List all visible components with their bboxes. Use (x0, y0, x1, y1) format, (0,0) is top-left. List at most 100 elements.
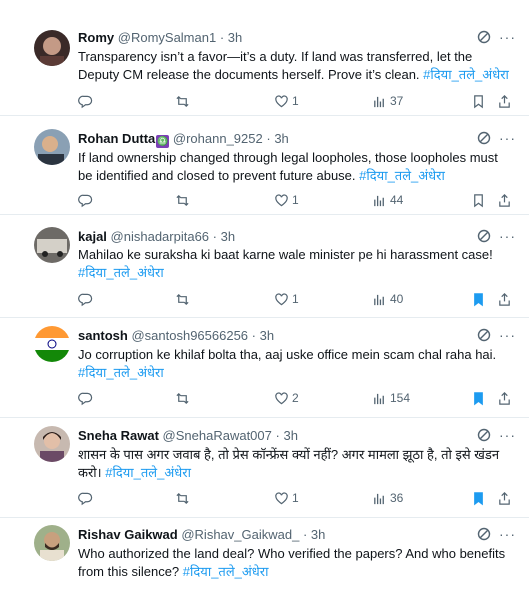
reply-icon (78, 492, 93, 505)
author-name[interactable]: Rishav Gaikwad (78, 527, 178, 542)
bookmark-button[interactable] (471, 389, 486, 407)
avatar[interactable] (34, 525, 70, 561)
like-icon (275, 391, 288, 404)
bookmark-button[interactable] (471, 191, 486, 209)
hashtag-link[interactable]: #दिया_तले_अंधेरा (78, 365, 164, 380)
repost-icon (176, 194, 189, 206)
tweet[interactable]: kajal @nishadarpita66 · 3h ··· Mahilao k… (0, 215, 529, 318)
more-icon[interactable]: ··· (499, 131, 515, 147)
share-button[interactable] (497, 489, 512, 507)
more-icon[interactable]: ··· (499, 328, 515, 344)
bookmark-button[interactable] (471, 92, 486, 110)
avatar[interactable] (34, 227, 70, 263)
reply-button[interactable] (78, 92, 96, 110)
share-icon (499, 94, 510, 108)
hashtag-link[interactable]: #दिया_तले_अंधेरा (105, 465, 191, 480)
repost-icon (176, 492, 189, 504)
tweet[interactable]: Sneha Rawat @SnehaRawat007 · 3h ··· शासन… (0, 418, 529, 518)
repost-button[interactable] (175, 389, 193, 407)
author-name[interactable]: santosh (78, 328, 128, 343)
separator-dot: · (251, 328, 257, 343)
grok-icon[interactable] (477, 527, 491, 541)
views-button[interactable]: 36 (372, 489, 403, 507)
reply-icon (78, 95, 93, 108)
reply-button[interactable] (78, 389, 96, 407)
grok-icon[interactable] (477, 328, 491, 342)
bookmark-icon (474, 193, 483, 207)
share-button[interactable] (497, 290, 512, 308)
views-button[interactable]: 37 (372, 92, 403, 110)
author-name[interactable]: Rohan Dutta (78, 131, 155, 146)
timestamp[interactable]: 3h (283, 428, 297, 443)
author-name[interactable]: Romy (78, 30, 114, 45)
bookmark-button[interactable] (471, 290, 486, 308)
more-icon[interactable]: ··· (499, 428, 515, 444)
author-name[interactable]: kajal (78, 229, 107, 244)
timestamp[interactable]: 3h (311, 527, 325, 542)
author-handle[interactable]: @SnehaRawat007 (163, 428, 272, 443)
grok-icon[interactable] (477, 30, 491, 44)
views-count: 40 (390, 292, 404, 306)
repost-button[interactable] (175, 489, 193, 507)
timestamp[interactable]: 3h (260, 328, 274, 343)
grok-icon[interactable] (477, 229, 491, 243)
like-button[interactable]: 1 (274, 191, 299, 209)
repost-button[interactable] (175, 290, 193, 308)
tweet[interactable]: Romy @RomySalman1 · 3h ··· Transparency … (0, 0, 529, 116)
author-handle[interactable]: @rohann_9252 (173, 131, 263, 146)
hashtag-link[interactable]: #दिया_तले_अंधेरा (183, 564, 269, 579)
timestamp[interactable]: 3h (221, 229, 235, 244)
tweet[interactable]: Rishav Gaikwad @Rishav_Gaikwad_ · 3h ···… (0, 518, 529, 596)
views-count: 154 (390, 391, 411, 405)
like-button[interactable]: 1 (274, 92, 299, 110)
timestamp[interactable]: 3h (228, 30, 242, 45)
bookmark-button[interactable] (471, 489, 486, 507)
repost-icon (176, 293, 189, 305)
more-icon[interactable]: ··· (499, 30, 515, 46)
views-button[interactable]: 44 (372, 191, 403, 209)
author-name[interactable]: Sneha Rawat (78, 428, 159, 443)
author-handle[interactable]: @RomySalman1 (118, 30, 216, 45)
like-button[interactable]: 2 (274, 389, 299, 407)
views-button[interactable]: 40 (372, 290, 403, 308)
grok-icon[interactable] (477, 428, 491, 442)
avatar[interactable] (34, 326, 70, 362)
timestamp[interactable]: 3h (274, 131, 288, 146)
more-icon[interactable]: ··· (499, 229, 515, 245)
reply-button[interactable] (78, 489, 96, 507)
hashtag-link[interactable]: #दिया_तले_अंधेरा (423, 67, 509, 82)
separator-dot: · (219, 30, 225, 45)
more-icon[interactable]: ··· (499, 527, 515, 543)
author-handle[interactable]: @nishadarpita66 (111, 229, 209, 244)
like-button[interactable]: 1 (274, 290, 299, 308)
hashtag-link[interactable]: #दिया_तले_अंधेरा (78, 265, 164, 280)
like-icon (275, 94, 288, 107)
like-icon (275, 491, 288, 504)
reply-button[interactable] (78, 191, 96, 209)
hashtag-link[interactable]: #दिया_तले_अंधेरा (359, 168, 445, 183)
tweet-text: Jo corruption ke khilaf bolta tha, aaj u… (78, 347, 497, 362)
views-icon (374, 393, 384, 404)
tweet[interactable]: santosh @santosh96566256 · 3h ··· Jo cor… (0, 318, 529, 418)
repost-button[interactable] (175, 92, 193, 110)
share-icon (499, 491, 510, 505)
bookmark-icon (474, 292, 483, 306)
zodiac-badge: ♎ (156, 135, 170, 148)
avatar[interactable] (34, 30, 70, 66)
share-button[interactable] (497, 92, 512, 110)
tweet[interactable]: Rohan Dutta ♎ @rohann_9252 · 3h ··· If la… (0, 116, 529, 215)
repost-button[interactable] (175, 191, 193, 209)
views-button[interactable]: 154 (372, 389, 410, 407)
views-count: 37 (390, 94, 404, 108)
share-button[interactable] (497, 389, 512, 407)
author-handle[interactable]: @santosh96566256 (131, 328, 248, 343)
grok-icon[interactable] (477, 131, 491, 145)
like-button[interactable]: 1 (274, 489, 299, 507)
bookmark-icon (474, 94, 483, 108)
share-button[interactable] (497, 191, 512, 209)
avatar[interactable] (34, 129, 70, 165)
avatar[interactable] (34, 426, 70, 462)
author-handle[interactable]: @Rishav_Gaikwad_ (181, 527, 299, 542)
reply-button[interactable] (78, 290, 96, 308)
views-icon (374, 195, 384, 206)
